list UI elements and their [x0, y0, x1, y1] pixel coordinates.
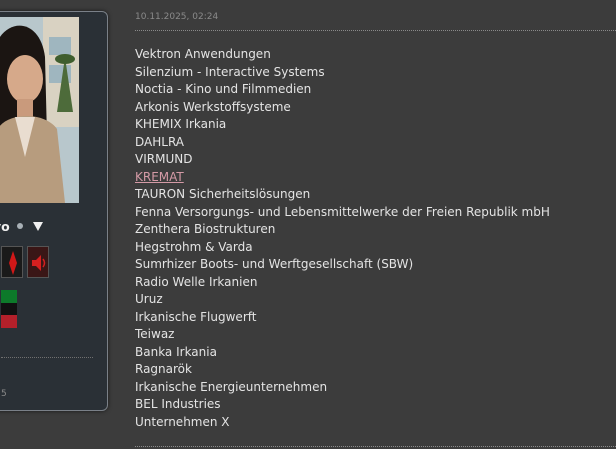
list-item: Zenthera Biostrukturen	[135, 222, 276, 236]
list-item: DAHLRA	[135, 134, 185, 149]
profile-card: yo 5	[0, 11, 108, 411]
card-footer-text: 5	[1, 389, 7, 399]
avatar[interactable]	[0, 17, 79, 203]
list-item: Teiwaz	[135, 327, 175, 341]
list-item: KHEMIX Irkania	[135, 117, 227, 131]
badge-row	[1, 246, 49, 278]
online-status-icon	[16, 223, 23, 229]
list-item: Ragnarök	[135, 362, 192, 376]
post-divider-top	[135, 30, 616, 31]
list-item: VIRMUND	[135, 152, 193, 166]
list-item: Sumrhizer Boots- und Werftgesellschaft (…	[135, 257, 414, 271]
company-list: Vektron Anwendungen Silenzium - Interacti…	[135, 46, 616, 431]
flag-stripe-red	[1, 315, 17, 328]
username[interactable]: yo	[0, 219, 10, 234]
list-item: Silenzium - Interactive Systems	[135, 64, 325, 79]
list-item: Uruz	[135, 292, 163, 306]
flag-stripe-black	[1, 302, 17, 316]
flag-stripe-green	[1, 290, 17, 303]
post-date: 10.11.2025, 02:24	[135, 12, 219, 22]
list-item: Noctia - Kino und Filmmedien	[135, 82, 312, 96]
list-item: Unternehmen X	[135, 414, 230, 429]
dropdown-arrow-icon[interactable]	[32, 220, 44, 232]
post-body: 10.11.2025, 02:24 Vektron Anwendungen Sil…	[135, 10, 616, 431]
list-item: Banka Irkania	[135, 344, 217, 359]
list-item: Hegstrohm & Varda	[135, 239, 253, 254]
list-item: Arkonis Werkstoffsysteme	[135, 99, 291, 114]
list-item: TAURON Sicherheitslösungen	[135, 187, 311, 201]
list-item: BEL Industries	[135, 397, 221, 411]
username-row: yo	[0, 217, 107, 235]
list-item: Vektron Anwendungen	[135, 47, 271, 61]
list-item: Radio Welle Irkanien	[135, 274, 258, 289]
company-link[interactable]: KREMAT	[135, 169, 616, 187]
post-divider-bottom	[135, 446, 616, 447]
card-divider	[1, 357, 93, 358]
flame-badge-icon	[1, 246, 23, 278]
speaker-badge-icon	[27, 246, 49, 278]
list-item: Fenna Versorgungs- und Lebensmittelwerke…	[135, 204, 550, 219]
flag-icon	[1, 290, 17, 328]
list-item: Irkanische Energieunternehmen	[135, 379, 328, 394]
list-item: Irkanische Flugwerft	[135, 309, 257, 324]
